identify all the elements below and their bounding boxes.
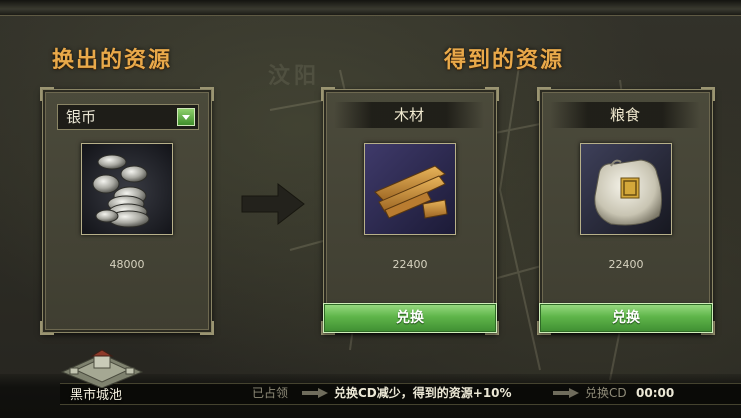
cd-label: 兑换CD — [585, 386, 627, 400]
resource-name-wood: 木材 — [334, 102, 484, 128]
resource-select-value: 银币 — [66, 108, 97, 126]
dropdown-arrow-icon[interactable] — [177, 108, 195, 126]
step-arrow-icon — [553, 388, 579, 398]
top-border — [0, 0, 741, 16]
status-effect: 兑换CD减少，得到的资源+10% — [334, 386, 512, 400]
resource-amount-wood: 22400 — [392, 258, 428, 271]
receive-title: 得到的资源 — [444, 48, 565, 73]
resource-panel-grain: 粮食 22400 — [537, 87, 715, 335]
resource-select[interactable]: 银币 — [57, 104, 199, 130]
background-place-name: 汶阳 — [268, 64, 321, 89]
cd-time: 00:00 — [636, 386, 675, 400]
city-label: 黑市城池 — [70, 388, 123, 403]
step-arrow-icon — [302, 388, 328, 398]
resource-name-grain: 粮食 — [550, 102, 700, 128]
city-icon[interactable] — [54, 348, 150, 388]
exchange-out-amount: 48000 — [109, 258, 145, 271]
right-arrow-icon — [241, 182, 305, 226]
wood-planks-icon — [364, 143, 456, 235]
exchange-out-title: 换出的资源 — [52, 48, 173, 73]
grain-sack-icon — [580, 143, 672, 235]
exchange-out-panel: 银币 48000 — [40, 87, 214, 335]
resource-panel-wood: 木材 22400 — [321, 87, 499, 335]
resource-amount-grain: 22400 — [608, 258, 644, 271]
status-occupied: 已占领 — [252, 386, 289, 400]
silver-coins-icon — [81, 143, 173, 235]
exchange-grain-button[interactable]: 兑换 — [539, 303, 713, 333]
exchange-wood-button[interactable]: 兑换 — [323, 303, 497, 333]
